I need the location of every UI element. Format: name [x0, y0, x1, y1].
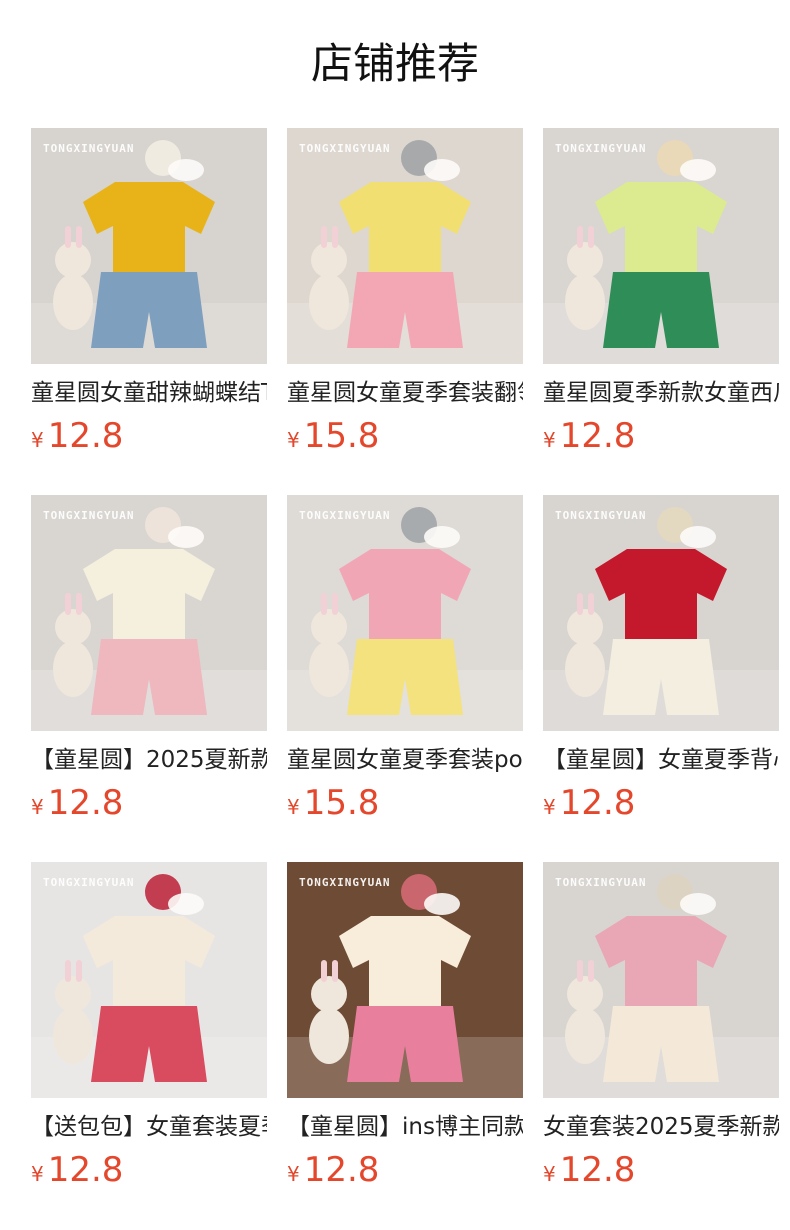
page-title: 店铺推荐: [310, 39, 479, 88]
currency-symbol: ¥: [287, 428, 300, 452]
brand-watermark: TONGXINGYUAN: [555, 509, 647, 522]
currency-symbol: ¥: [287, 795, 300, 819]
product-image[interactable]: TONGXINGYUAN: [31, 495, 267, 731]
product-card[interactable]: TONGXINGYUAN 童星圆女童夏季套装翻领 ¥15.8: [287, 128, 523, 456]
product-price: ¥12.8: [543, 416, 779, 462]
product-card[interactable]: TONGXINGYUAN 【送包包】女童套装夏季 ¥12.8: [31, 862, 267, 1190]
price-amount: 15.8: [303, 783, 380, 823]
product-card[interactable]: TONGXINGYUAN 【童星圆】ins博主同款 ¥12.8: [287, 862, 523, 1190]
product-image[interactable]: TONGXINGYUAN: [287, 128, 523, 364]
product-image[interactable]: TONGXINGYUAN: [31, 862, 267, 1098]
product-card[interactable]: TONGXINGYUAN 【童星圆】2025夏新款女童 ¥12.8: [31, 495, 267, 823]
product-name[interactable]: 【送包包】女童套装夏季: [31, 1112, 267, 1142]
product-price: ¥12.8: [31, 1150, 267, 1196]
price-amount: 12.8: [47, 1150, 124, 1190]
product-grid: TONGXINGYUAN童星圆女童甜辣蝴蝶结T恤套装¥12.8TONGXINGY…: [31, 128, 779, 1190]
product-name[interactable]: 童星圆女童夏季套装polo: [287, 745, 523, 775]
brand-watermark: TONGXINGYUAN: [43, 509, 135, 522]
product-image[interactable]: TONGXINGYUAN: [287, 495, 523, 731]
product-price: ¥12.8: [543, 1150, 779, 1196]
currency-symbol: ¥: [543, 1162, 556, 1186]
product-name[interactable]: 【童星圆】女童夏季背心裙: [543, 745, 779, 775]
product-price: ¥12.8: [31, 416, 267, 462]
currency-symbol: ¥: [287, 1162, 300, 1186]
brand-watermark: TONGXINGYUAN: [299, 509, 391, 522]
brand-watermark: TONGXINGYUAN: [299, 142, 391, 155]
product-price: ¥12.8: [287, 1150, 523, 1196]
price-amount: 12.8: [559, 416, 636, 456]
product-card[interactable]: TONGXINGYUAN 童星圆女童夏季套装polo ¥15.8: [287, 495, 523, 823]
product-name[interactable]: 童星圆女童夏季套装翻领: [287, 378, 523, 408]
price-amount: 12.8: [559, 1150, 636, 1190]
currency-symbol: ¥: [543, 428, 556, 452]
product-image[interactable]: TONGXINGYUAN: [543, 128, 779, 364]
brand-watermark: TONGXINGYUAN: [555, 142, 647, 155]
product-name[interactable]: 童星圆夏季新款女童西瓜套装: [543, 378, 779, 408]
brand-watermark: TONGXINGYUAN: [555, 876, 647, 889]
product-card[interactable]: TONGXINGYUAN 女童套装2025夏季新款 ¥12.8: [543, 862, 779, 1190]
product-name[interactable]: 【童星圆】2025夏新款女童: [31, 745, 267, 775]
price-amount: 12.8: [559, 783, 636, 823]
brand-watermark: TONGXINGYUAN: [43, 876, 135, 889]
price-amount: 15.8: [303, 416, 380, 456]
product-price: ¥15.8: [287, 783, 523, 829]
product-card[interactable]: TONGXINGYUAN 童星圆夏季新款女童西瓜套装 ¥12.8: [543, 128, 779, 456]
currency-symbol: ¥: [31, 428, 44, 452]
product-price: ¥15.8: [287, 416, 523, 462]
brand-watermark: TONGXINGYUAN: [299, 876, 391, 889]
product-price: ¥12.8: [31, 783, 267, 829]
price-amount: 12.8: [303, 1150, 380, 1190]
product-image[interactable]: TONGXINGYUAN: [31, 128, 267, 364]
product-name[interactable]: 童星圆女童甜辣蝴蝶结T恤套装: [31, 378, 267, 408]
price-amount: 12.8: [47, 783, 124, 823]
currency-symbol: ¥: [543, 795, 556, 819]
currency-symbol: ¥: [31, 1162, 44, 1186]
product-price: ¥12.8: [543, 783, 779, 829]
product-image[interactable]: TONGXINGYUAN: [287, 862, 523, 1098]
product-name[interactable]: 女童套装2025夏季新款: [543, 1112, 779, 1142]
product-image[interactable]: TONGXINGYUAN: [543, 862, 779, 1098]
product-card[interactable]: TONGXINGYUAN 童星圆女童甜辣蝴蝶结T恤套装 ¥12.8: [31, 128, 267, 456]
brand-watermark: TONGXINGYUAN: [43, 142, 135, 155]
product-name[interactable]: 【童星圆】ins博主同款: [287, 1112, 523, 1142]
product-image[interactable]: TONGXINGYUAN: [543, 495, 779, 731]
product-card[interactable]: TONGXINGYUAN 【童星圆】女童夏季背心裙 ¥12.8: [543, 495, 779, 823]
price-amount: 12.8: [47, 416, 124, 456]
currency-symbol: ¥: [31, 795, 44, 819]
